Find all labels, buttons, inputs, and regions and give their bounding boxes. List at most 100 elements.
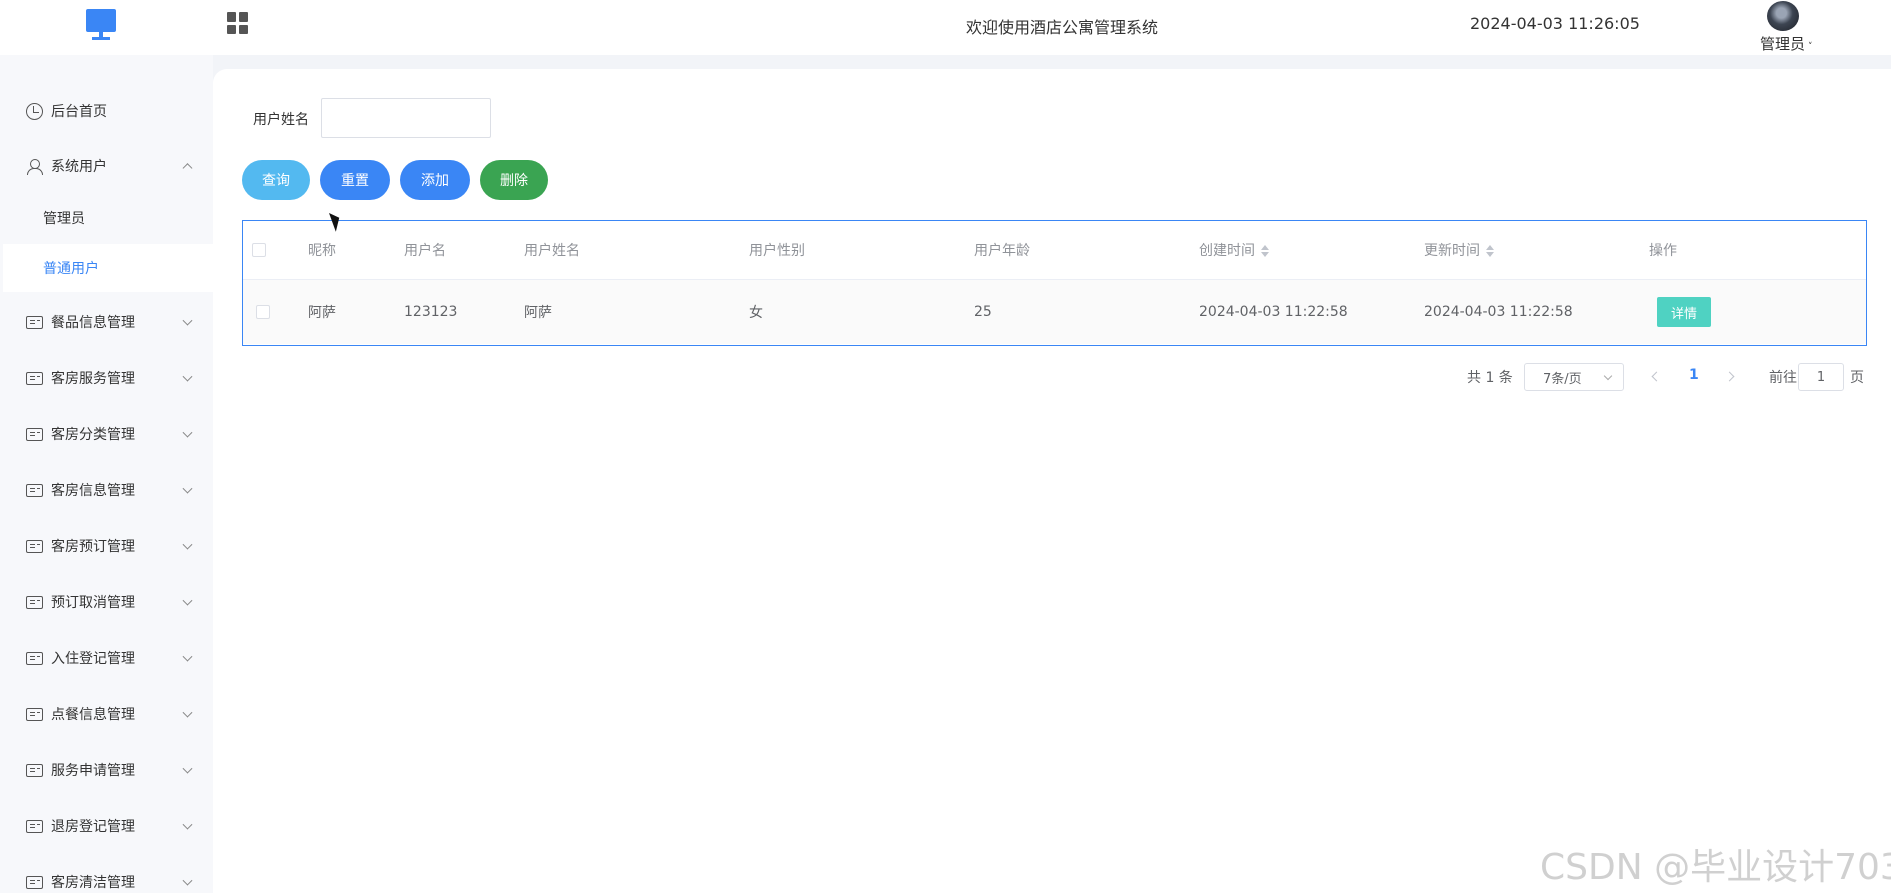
- cell-age: 25: [974, 304, 992, 320]
- next-page-icon[interactable]: [1725, 369, 1737, 385]
- user-name-label: 管理员: [1760, 35, 1806, 53]
- chevron-down-icon: [182, 595, 193, 606]
- row-checkbox[interactable]: [256, 305, 270, 319]
- sidebar-item-meal-info[interactable]: 餐品信息管理: [0, 296, 213, 348]
- sidebar-item-label: 客房服务管理: [51, 371, 135, 387]
- card-icon: [26, 819, 43, 833]
- sort-icon[interactable]: [1486, 244, 1494, 258]
- cell-gender: 女: [749, 305, 763, 321]
- column-header-created[interactable]: 创建时间: [1199, 240, 1269, 260]
- sidebar-item-service-request[interactable]: 服务申请管理: [0, 744, 213, 796]
- chevron-down-icon: [182, 651, 193, 662]
- card-icon: [26, 707, 43, 721]
- table-header: 昵称 用户名 用户姓名 用户性别 用户年龄 创建时间 更新时间 操作: [243, 221, 1866, 280]
- sidebar-item-checkin[interactable]: 入住登记管理: [0, 632, 213, 684]
- sidebar-item-label: 点餐信息管理: [51, 707, 135, 723]
- goto-unit: 页: [1850, 370, 1864, 386]
- reset-button[interactable]: 重置: [320, 160, 390, 200]
- watermark: CSDN @毕业设计703: [1540, 847, 1891, 888]
- sidebar-item-label: 客房分类管理: [51, 427, 135, 443]
- user-menu[interactable]: 管理员 ˅: [1760, 33, 1813, 54]
- chevron-down-icon: [182, 819, 193, 830]
- chevron-down-icon: [1603, 371, 1613, 381]
- add-button[interactable]: 添加: [400, 160, 470, 200]
- chevron-down-icon: ˅: [1808, 42, 1813, 52]
- column-header: 用户名: [404, 243, 446, 259]
- search-label: 用户姓名: [253, 112, 309, 128]
- avatar[interactable]: [1767, 1, 1799, 31]
- column-header-label: 更新时间: [1424, 243, 1480, 259]
- datetime: 2024-04-03 11:26:05: [1470, 14, 1640, 33]
- chevron-up-icon: [182, 163, 193, 174]
- sidebar-item-checkout[interactable]: 退房登记管理: [0, 800, 213, 852]
- user-table: 昵称 用户名 用户姓名 用户性别 用户年龄 创建时间 更新时间 操作 阿萨 12…: [242, 220, 1867, 346]
- sidebar-item-label: 入住登记管理: [51, 651, 135, 667]
- sidebar: 后台首页 系统用户 管理员 普通用户 餐品信息管理 客房服务管理 客房分类管理 …: [0, 55, 213, 893]
- card-icon: [26, 651, 43, 665]
- sidebar-subitem-label: 普通用户: [43, 261, 99, 277]
- chevron-down-icon: [182, 483, 193, 494]
- select-all-checkbox[interactable]: [252, 243, 266, 257]
- card-icon: [26, 595, 43, 609]
- column-header-updated[interactable]: 更新时间: [1424, 240, 1494, 260]
- sidebar-item-label: 系统用户: [51, 159, 107, 175]
- sidebar-item-room-service[interactable]: 客房服务管理: [0, 352, 213, 404]
- chevron-down-icon: [182, 371, 193, 382]
- goto-label: 前往: [1769, 370, 1797, 386]
- sidebar-item-system-users[interactable]: 系统用户: [0, 140, 213, 192]
- goto-page-input[interactable]: [1798, 363, 1844, 391]
- chevron-down-icon: [182, 427, 193, 438]
- search-input[interactable]: [321, 98, 491, 138]
- pagination-total: 共 1 条: [1467, 370, 1513, 386]
- column-header-label: 创建时间: [1199, 243, 1255, 259]
- sidebar-subitem-admin[interactable]: 管理员: [3, 194, 213, 242]
- chevron-down-icon: [182, 315, 193, 326]
- card-icon: [26, 427, 43, 441]
- sidebar-item-room-info[interactable]: 客房信息管理: [0, 464, 213, 516]
- sidebar-item-label: 客房预订管理: [51, 539, 135, 555]
- cell-nickname: 阿萨: [308, 305, 336, 321]
- card-icon: [26, 315, 43, 329]
- sidebar-item-label: 预订取消管理: [51, 595, 135, 611]
- main-panel: 用户姓名 查询 重置 添加 删除 昵称 用户名 用户姓名 用户性别 用户年龄 创…: [213, 69, 1891, 893]
- chevron-down-icon: [182, 763, 193, 774]
- card-icon: [26, 371, 43, 385]
- cell-created: 2024-04-03 11:22:58: [1199, 304, 1348, 320]
- cell-updated: 2024-04-03 11:22:58: [1424, 304, 1573, 320]
- top-bar: 欢迎使用酒店公寓管理系统 2024-04-03 11:26:05 管理员 ˅: [0, 0, 1891, 55]
- cell-username: 123123: [404, 304, 458, 320]
- card-icon: [26, 483, 43, 497]
- query-button[interactable]: 查询: [242, 160, 310, 200]
- column-header: 用户姓名: [524, 243, 580, 259]
- user-icon: [26, 158, 43, 175]
- delete-button[interactable]: 删除: [480, 160, 548, 200]
- page-size-select[interactable]: 7条/页: [1524, 363, 1624, 391]
- sidebar-subitem-normal-users[interactable]: 普通用户: [3, 244, 213, 292]
- column-header: 用户年龄: [974, 243, 1030, 259]
- sidebar-item-home[interactable]: 后台首页: [0, 85, 213, 137]
- sidebar-subitem-label: 管理员: [43, 211, 85, 227]
- chevron-down-icon: [182, 539, 193, 550]
- sidebar-item-label: 后台首页: [51, 104, 107, 120]
- sidebar-item-label: 退房登记管理: [51, 819, 135, 835]
- sidebar-item-room-category[interactable]: 客房分类管理: [0, 408, 213, 460]
- sidebar-item-room-booking[interactable]: 客房预订管理: [0, 520, 213, 572]
- card-icon: [26, 875, 43, 889]
- sidebar-item-booking-cancel[interactable]: 预订取消管理: [0, 576, 213, 628]
- card-icon: [26, 539, 43, 553]
- sidebar-item-room-cleaning[interactable]: 客房清洁管理: [0, 856, 213, 893]
- page-number[interactable]: 1: [1689, 367, 1699, 383]
- sidebar-item-label: 餐品信息管理: [51, 315, 135, 331]
- sidebar-item-label: 服务申请管理: [51, 763, 135, 779]
- sidebar-item-label: 客房信息管理: [51, 483, 135, 499]
- prev-page-icon[interactable]: [1649, 369, 1661, 385]
- chevron-down-icon: [182, 707, 193, 718]
- card-icon: [26, 763, 43, 777]
- column-header: 昵称: [308, 243, 336, 259]
- dashboard-icon: [26, 102, 43, 120]
- sort-icon[interactable]: [1261, 244, 1269, 258]
- detail-button[interactable]: 详情: [1657, 297, 1711, 327]
- cell-realname: 阿萨: [524, 305, 552, 321]
- sidebar-item-meal-order[interactable]: 点餐信息管理: [0, 688, 213, 740]
- page-size-label: 7条/页: [1543, 371, 1582, 387]
